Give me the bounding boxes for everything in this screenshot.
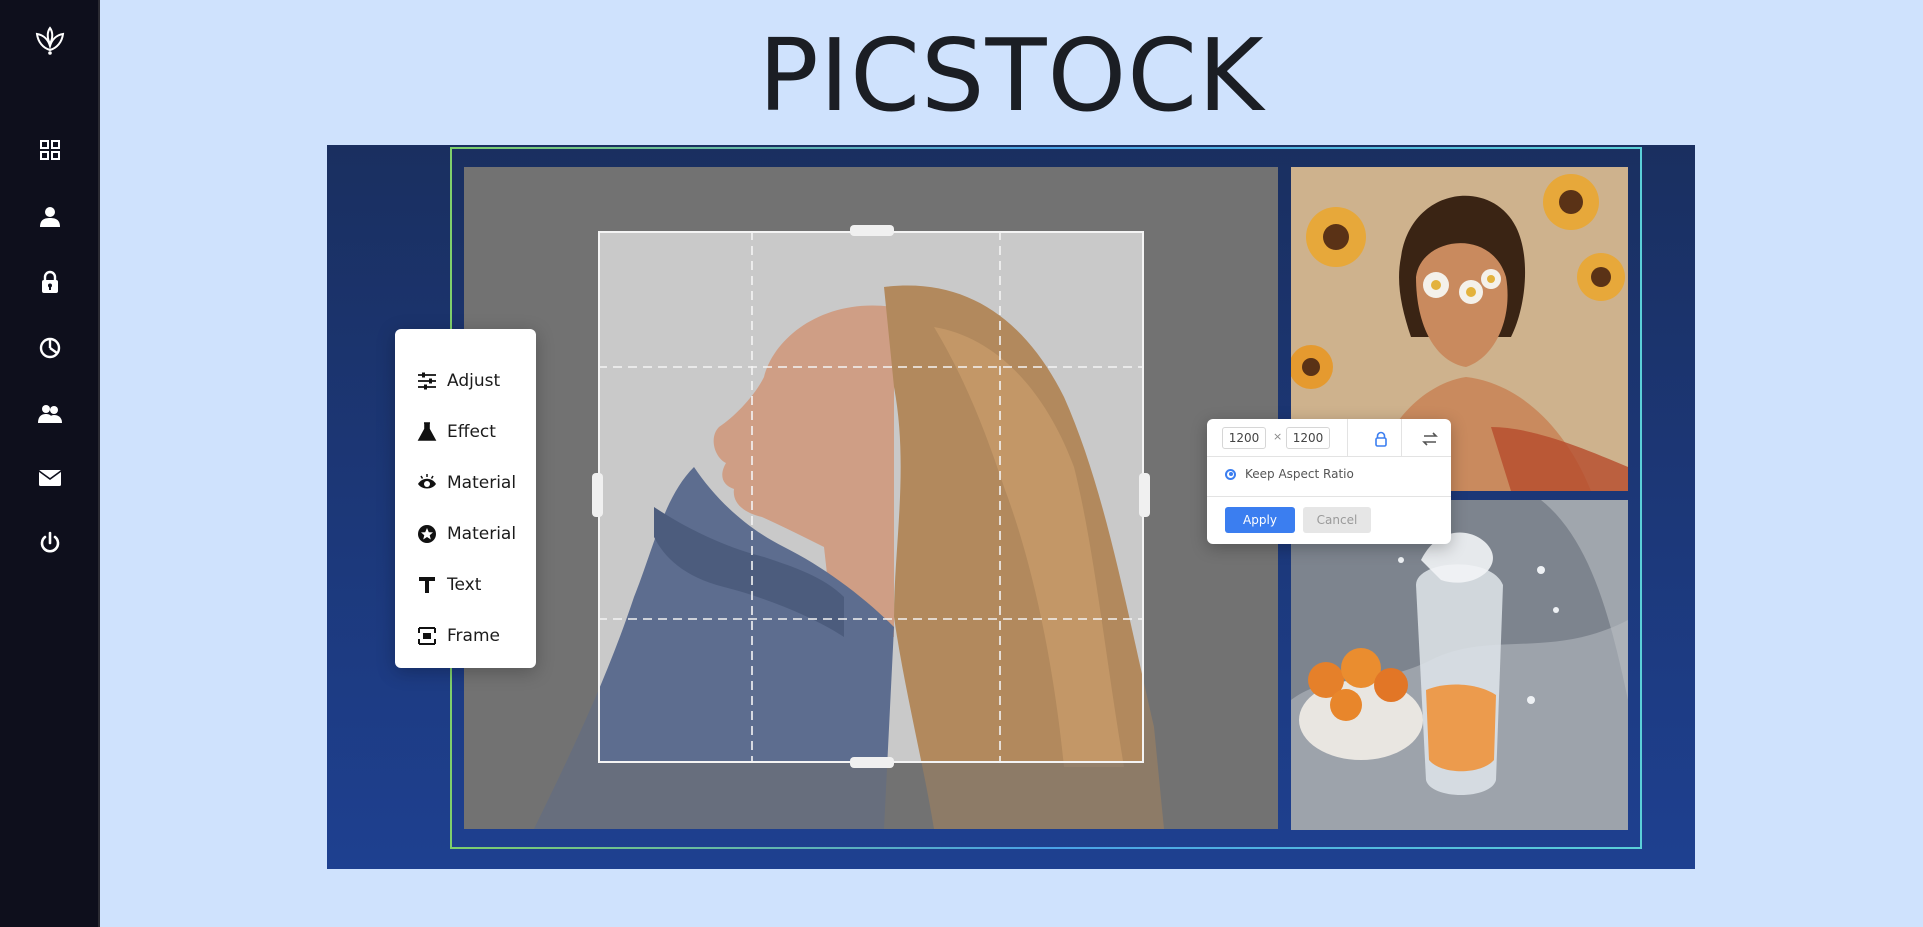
mail-icon bbox=[38, 470, 62, 486]
tool-label: Adjust bbox=[447, 370, 501, 391]
sidebar-item-profile[interactable] bbox=[30, 196, 70, 236]
text-icon bbox=[417, 575, 437, 595]
sidebar bbox=[0, 0, 100, 927]
width-input[interactable] bbox=[1222, 427, 1266, 449]
tool-panel: Adjust Effect Material Material Text Fra… bbox=[395, 329, 536, 668]
badge-icon bbox=[417, 524, 437, 544]
height-input[interactable] bbox=[1286, 427, 1330, 449]
water-glass-image bbox=[1291, 500, 1628, 830]
tool-label: Effect bbox=[447, 421, 496, 442]
swap-icon[interactable] bbox=[1419, 428, 1441, 450]
cancel-button[interactable]: Cancel bbox=[1303, 507, 1371, 533]
dashboard-grid-icon bbox=[40, 140, 60, 160]
crop-handle-top[interactable] bbox=[850, 225, 894, 236]
tool-frame[interactable]: Frame bbox=[395, 610, 536, 661]
sliders-icon bbox=[417, 371, 437, 391]
sidebar-item-dashboard[interactable] bbox=[30, 130, 70, 170]
tool-material-eye[interactable]: Material bbox=[395, 457, 536, 508]
tool-label: Frame bbox=[447, 625, 500, 646]
tool-effect[interactable]: Effect bbox=[395, 406, 536, 457]
app-title: PICSTOCK bbox=[758, 17, 1265, 134]
resize-panel: × Keep Aspect Ratio Apply Cancel bbox=[1207, 419, 1451, 544]
dimension-row: × bbox=[1207, 419, 1451, 457]
main-image-canvas[interactable] bbox=[464, 167, 1278, 829]
radio-selected-icon[interactable] bbox=[1225, 468, 1236, 480]
crop-handle-left[interactable] bbox=[592, 473, 603, 517]
flask-icon bbox=[417, 421, 437, 442]
tool-text[interactable]: Text bbox=[395, 559, 536, 610]
eye-icon bbox=[417, 473, 437, 493]
tool-adjust[interactable]: Adjust bbox=[395, 355, 536, 406]
divider bbox=[1401, 419, 1402, 457]
crop-box[interactable] bbox=[598, 231, 1144, 763]
tool-material-badge[interactable]: Material bbox=[395, 508, 536, 559]
sidebar-item-team[interactable] bbox=[30, 393, 70, 433]
apply-button[interactable]: Apply bbox=[1225, 507, 1295, 533]
frame-icon bbox=[417, 626, 437, 646]
sidebar-item-messages[interactable] bbox=[30, 458, 70, 498]
tool-label: Text bbox=[447, 574, 482, 595]
collage-photo-glass[interactable] bbox=[1291, 500, 1628, 830]
keep-aspect-ratio-option[interactable]: Keep Aspect Ratio bbox=[1225, 467, 1354, 481]
sidebar-item-analytics[interactable] bbox=[30, 328, 70, 368]
crop-handle-bottom[interactable] bbox=[850, 757, 894, 768]
tool-label: Material bbox=[447, 472, 517, 493]
sidebar-item-logout[interactable] bbox=[30, 523, 70, 563]
user-icon bbox=[40, 207, 60, 227]
keep-aspect-ratio-label: Keep Aspect Ratio bbox=[1245, 467, 1354, 481]
leaf-logo-icon[interactable] bbox=[31, 22, 69, 60]
divider bbox=[1347, 419, 1348, 457]
sidebar-item-security[interactable] bbox=[30, 262, 70, 302]
lock-ratio-icon[interactable] bbox=[1370, 428, 1392, 450]
power-icon bbox=[40, 531, 60, 553]
dimension-separator: × bbox=[1273, 430, 1283, 443]
pie-chart-icon bbox=[39, 337, 61, 359]
lock-icon bbox=[42, 270, 58, 293]
tool-label: Material bbox=[447, 523, 517, 544]
users-group-icon bbox=[38, 405, 62, 423]
divider bbox=[1207, 496, 1451, 497]
crop-handle-right[interactable] bbox=[1139, 473, 1150, 517]
